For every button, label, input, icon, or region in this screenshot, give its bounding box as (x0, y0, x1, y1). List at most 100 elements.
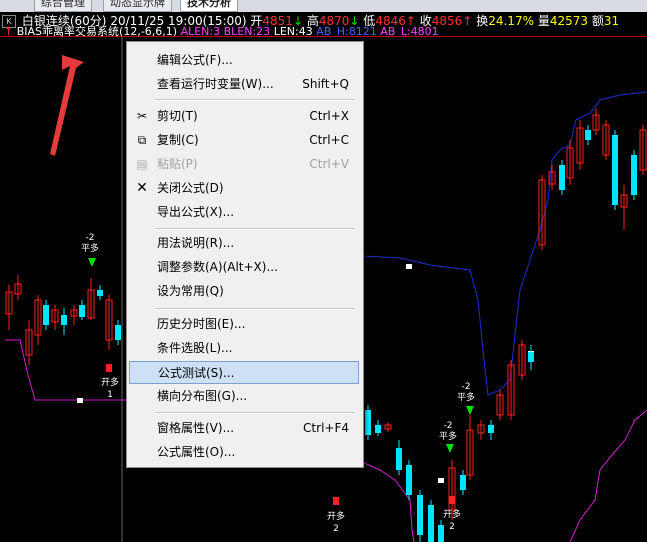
menu-item-shortcut: Ctrl+C (309, 133, 349, 147)
candle (61, 315, 67, 325)
signal-up-marker-icon (333, 497, 339, 505)
signal-label: 平多 (438, 432, 457, 442)
context-menu: 编辑公式(F)... 查看运行时变量(W)... Shift+Q ✂ 剪切(T)… (126, 41, 364, 468)
len-value: LEN:43 (273, 25, 313, 37)
ab-l-value: AB_L:4801 (380, 25, 439, 37)
menu-item-label: 查看运行时变量(W)... (157, 77, 274, 91)
menu-item-shortcut: Ctrl+F4 (303, 421, 349, 435)
menu-item-shortcut: Shift+Q (302, 77, 349, 91)
tab-dynamic-board[interactable]: 动态显示牌 (103, 0, 172, 12)
amount-label: 额 (591, 14, 604, 28)
candle (585, 130, 591, 140)
menu-item-pane-properties[interactable]: 窗格属性(V)... Ctrl+F4 (129, 417, 359, 440)
candle (396, 448, 402, 470)
formula-marker-icon: ↑ (4, 25, 14, 37)
turnover-value: 24.17% (488, 14, 534, 28)
formula-params: (12,-6,6,1) (119, 25, 178, 37)
blen-value: BLEN:23 (223, 25, 271, 37)
candle (417, 495, 423, 535)
menu-separator (155, 228, 355, 230)
candle (460, 475, 466, 490)
tab-overview[interactable]: 综合管理 (34, 0, 92, 12)
menu-item-export-formula[interactable]: 导出公式(X)... (129, 201, 359, 224)
candle (115, 325, 121, 340)
signal-down-arrow-icon (88, 258, 96, 267)
menu-item-history-timeshare[interactable]: 历史分时图(E)... (129, 313, 359, 336)
formula-row: ↑ BIAS乖离率交易系统(12,-6,6,1) ALEN:3 BLEN:23 … (0, 26, 439, 37)
menu-item-label: 条件选股(L)... (157, 341, 233, 355)
arrow-up-icon: ↑ (462, 14, 473, 28)
red-arrow-annotation-icon (50, 55, 84, 156)
band-marker (438, 478, 444, 483)
menu-separator (155, 412, 355, 414)
amount-value: 31 (603, 14, 620, 28)
menu-item-label: 横向分布图(G)... (157, 389, 248, 403)
menu-item-set-common[interactable]: 设为常用(Q) (129, 280, 359, 303)
menu-item-label: 历史分时图(E)... (157, 317, 246, 331)
menu-item-cut[interactable]: ✂ 剪切(T) Ctrl+X (129, 105, 359, 128)
menu-separator (155, 308, 355, 310)
signal-label: 开多 (326, 512, 345, 522)
menu-item-formula-properties[interactable]: 公式属性(O)... (129, 441, 359, 464)
candle (428, 505, 434, 542)
menu-item-usage-help[interactable]: 用法说明(R)... (129, 232, 359, 255)
menu-item-adjust-params[interactable]: 调整参数(A)(Alt+X)... (129, 256, 359, 279)
menu-item-close-formula[interactable]: ✕ 关闭公式(D) (129, 177, 359, 200)
menu-item-label: 粘贴(P) (157, 157, 198, 171)
menu-item-label: 导出公式(X)... (157, 205, 235, 219)
menu-item-condition-screening[interactable]: 条件选股(L)... (129, 337, 359, 360)
menu-item-label: 用法说明(R)... (157, 236, 235, 250)
candle (79, 305, 85, 317)
candle (488, 425, 494, 433)
candle (631, 155, 637, 195)
candles-left (5, 275, 121, 365)
volume-value: 42573 (549, 14, 589, 28)
quote-info-bar: K 白银连续(60分) 20/11/25 19:00(15:00) 开4851↓… (0, 12, 647, 37)
menu-item-edit-formula[interactable]: 编辑公式(F)... (129, 49, 359, 72)
signal-label: 开多 (442, 510, 461, 520)
menu-item-label: 剪切(T) (157, 109, 198, 123)
candle (97, 290, 103, 296)
signal-label: 1 (107, 390, 113, 400)
signal-label: -2 (461, 382, 471, 392)
ab-h-value: AB_H:8121 (316, 25, 377, 37)
menu-item-label: 公式属性(O)... (157, 445, 236, 459)
signal-up-marker-icon (449, 496, 455, 504)
signal-label: -2 (443, 421, 453, 431)
menu-item-horizontal-distribution[interactable]: 横向分布图(G)... (129, 385, 359, 408)
menu-item-label: 公式测试(S)... (158, 366, 235, 380)
copy-icon: ⧉ (137, 133, 147, 147)
band-marker (77, 398, 83, 403)
candle (528, 352, 534, 362)
menu-item-copy[interactable]: ⧉ 复制(C) Ctrl+C (129, 129, 359, 152)
band-marker (406, 264, 412, 269)
candle (612, 135, 618, 205)
tab-bar: 综合管理 动态显示牌 技术分析 (0, 0, 647, 12)
signal-down-arrow-icon (466, 406, 474, 415)
menu-item-formula-test[interactable]: 公式测试(S)... (129, 361, 359, 384)
menu-item-label: 复制(C) (157, 133, 199, 147)
volume-label: 量 (537, 14, 550, 28)
menu-item-label: 关闭公式(D) (157, 181, 224, 195)
scissors-icon: ✂ (136, 109, 148, 123)
clipboard-icon: ▤ (136, 157, 148, 171)
menu-item-paste[interactable]: ▤ 粘贴(P) Ctrl+V (129, 153, 359, 176)
turnover-label: 换 (476, 14, 489, 28)
signal-label: 开多 (100, 378, 119, 388)
candle (365, 410, 371, 435)
lower-band-line-far-right (569, 409, 647, 542)
menu-item-label: 窗格属性(V)... (157, 421, 235, 435)
close-icon: ✕ (136, 180, 148, 196)
signal-label: 平多 (456, 393, 475, 403)
formula-name: BIAS乖离率交易系统 (16, 25, 120, 37)
signal-label: -2 (85, 233, 95, 243)
signal-label: 平多 (80, 244, 99, 254)
menu-item-view-runtime-variables[interactable]: 查看运行时变量(W)... Shift+Q (129, 73, 359, 96)
menu-item-label: 设为常用(Q) (157, 284, 224, 298)
menu-item-label: 调整参数(A)(Alt+X)... (157, 260, 278, 274)
signal-label: 2 (333, 524, 339, 534)
signal-up-marker-icon (106, 364, 112, 372)
menu-item-shortcut: Ctrl+X (309, 109, 349, 123)
tab-technical-analysis[interactable]: 技术分析 (180, 0, 238, 12)
alen-value: ALEN:3 (180, 25, 221, 37)
